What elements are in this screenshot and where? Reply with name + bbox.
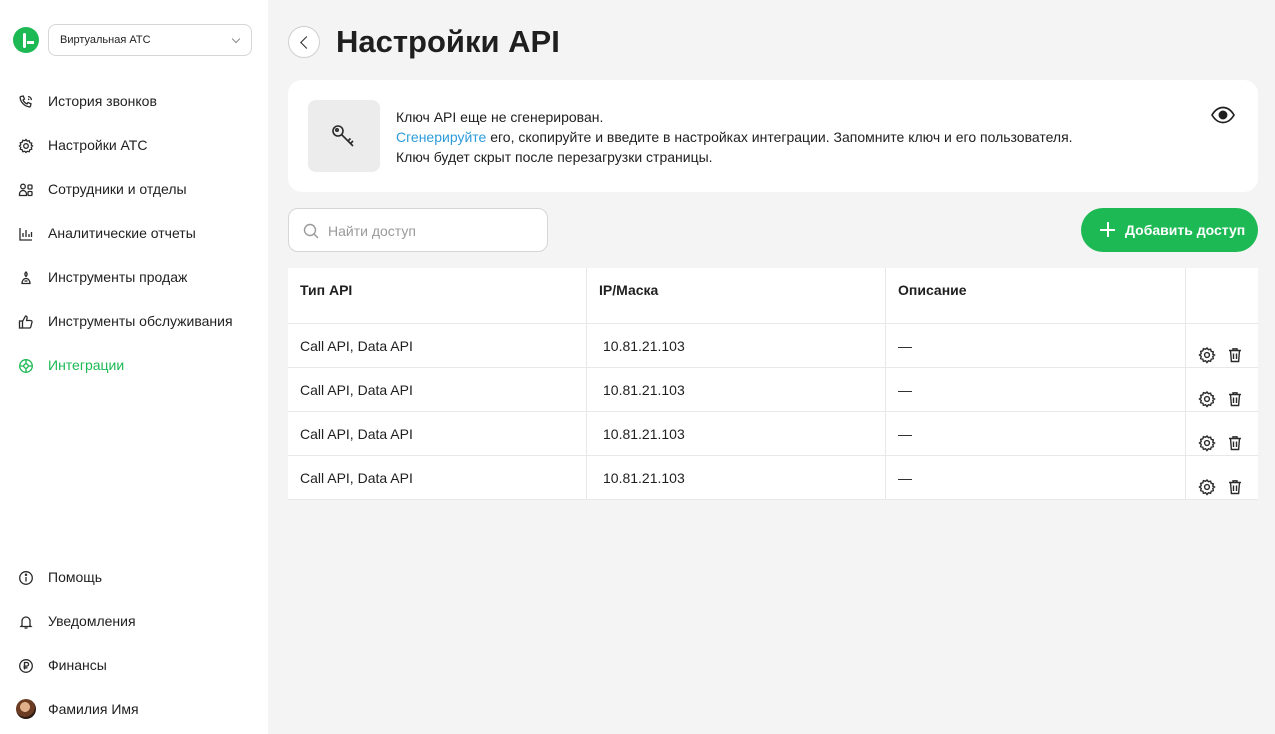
table-row[interactable]: Call API, Data API 10.81.21.103 — [288, 324, 1258, 368]
trash-icon[interactable] [1226, 469, 1244, 495]
api-key-info-text: Ключ API еще не сгенерирован. Сгенерируй… [396, 107, 1073, 167]
cell-type: Call API, Data API [288, 412, 587, 455]
settings-gear-icon[interactable] [1198, 469, 1216, 496]
logo[interactable] [13, 27, 39, 53]
nav-item-label: Сотрудники и отделы [48, 181, 187, 197]
cell-description: — [886, 456, 1186, 499]
trash-icon[interactable] [1226, 337, 1244, 363]
nav-item-finance[interactable]: Финансы [0, 653, 268, 677]
nav-item-call-history[interactable]: История звонков [0, 89, 268, 113]
gear-icon [17, 137, 35, 155]
nav-item-label: Аналитические отчеты [48, 225, 196, 241]
nav-item-label: Инструменты продаж [48, 269, 188, 285]
table-row[interactable]: Call API, Data API 10.81.21.103 — [288, 368, 1258, 412]
nav-item-label: Помощь [48, 569, 103, 585]
search-input[interactable] [328, 221, 528, 241]
search-field[interactable] [288, 208, 548, 252]
search-icon [302, 222, 320, 245]
chevron-down-icon [231, 34, 241, 44]
thumbs-up-icon [17, 313, 35, 331]
plus-icon [1100, 222, 1115, 237]
cell-type: Call API, Data API [288, 456, 587, 499]
settings-gear-icon[interactable] [1198, 337, 1216, 364]
trash-icon[interactable] [1226, 425, 1244, 451]
bar-chart-icon [17, 225, 35, 243]
generate-link[interactable]: Сгенерируйте [396, 129, 486, 145]
ats-select-value: Виртуальная АТС [60, 34, 151, 46]
cell-ip: 10.81.21.103 [587, 368, 886, 411]
cell-ip: 10.81.21.103 [587, 324, 886, 367]
ats-select[interactable]: Виртуальная АТС [48, 24, 252, 56]
cell-actions [1186, 412, 1258, 455]
back-button[interactable] [288, 26, 320, 58]
add-access-button[interactable]: Добавить доступ [1081, 208, 1258, 252]
settings-gear-icon[interactable] [1198, 425, 1216, 452]
cell-ip: 10.81.21.103 [587, 456, 886, 499]
table-row[interactable]: Call API, Data API 10.81.21.103 — [288, 412, 1258, 456]
page-title: Настройки API [336, 24, 560, 59]
info-line-3: Ключ будет скрыт после перезагрузки стра… [396, 149, 713, 165]
main-content: Настройки API Ключ API еще не сгенериров… [268, 0, 1275, 734]
nav-item-profile[interactable]: Фамилия Имя [0, 697, 268, 721]
add-access-label: Добавить доступ [1125, 222, 1246, 238]
nav-item-notifications[interactable]: Уведомления [0, 609, 268, 633]
bell-icon [17, 613, 35, 631]
nav-item-help[interactable]: Помощь [0, 565, 268, 589]
table-header: Тип API IP/Маска Описание [288, 268, 1258, 324]
info-icon [17, 569, 35, 587]
cell-description: — [886, 412, 1186, 455]
sidebar: Виртуальная АТС История звонков Настройк… [0, 0, 268, 734]
cell-ip: 10.81.21.103 [587, 412, 886, 455]
info-line-1: Ключ API еще не сгенерирован. [396, 109, 604, 125]
cell-actions [1186, 456, 1258, 499]
ruble-icon [17, 657, 35, 675]
integrations-icon [17, 357, 35, 375]
column-header-type: Тип API [288, 268, 587, 323]
info-line-2-rest: его, скопируйте и введите в настройках и… [486, 129, 1073, 145]
table-row[interactable]: Call API, Data API 10.81.21.103 — [288, 456, 1258, 500]
settings-gear-icon[interactable] [1198, 381, 1216, 408]
cell-description: — [886, 324, 1186, 367]
cell-type: Call API, Data API [288, 368, 587, 411]
nav-item-employees[interactable]: Сотрудники и отделы [0, 177, 268, 201]
access-table: Тип API IP/Маска Описание Call API, Data… [288, 268, 1258, 500]
user-name: Фамилия Имя [48, 701, 139, 717]
eye-icon[interactable] [1210, 104, 1236, 126]
people-icon [17, 181, 35, 199]
column-header-description: Описание [886, 268, 1186, 323]
nav-item-label: Инструменты обслуживания [48, 313, 233, 329]
avatar[interactable] [16, 699, 36, 719]
key-icon [308, 100, 380, 172]
nav-item-label: История звонков [48, 93, 157, 109]
trash-icon[interactable] [1226, 381, 1244, 407]
cell-actions [1186, 324, 1258, 367]
nav-item-label: Уведомления [48, 613, 136, 629]
nav-item-analytics[interactable]: Аналитические отчеты [0, 221, 268, 245]
nav-item-label: Настройки АТС [48, 137, 148, 153]
column-header-actions [1186, 268, 1258, 323]
nav-item-sales-tools[interactable]: Инструменты продаж [0, 265, 268, 289]
nav-item-label: Интеграции [48, 357, 125, 373]
phone-history-icon [17, 93, 35, 111]
nav-item-service-tools[interactable]: Инструменты обслуживания [0, 309, 268, 333]
cell-type: Call API, Data API [288, 324, 587, 367]
nav-item-integrations[interactable]: Интеграции [0, 353, 268, 377]
cell-actions [1186, 368, 1258, 411]
api-key-info-card: Ключ API еще не сгенерирован. Сгенерируй… [288, 80, 1258, 192]
cell-description: — [886, 368, 1186, 411]
column-header-ip: IP/Маска [587, 268, 886, 323]
nav-item-label: Финансы [48, 657, 107, 673]
info-line-2: Сгенерируйте его, скопируйте и введите в… [396, 127, 1073, 147]
sales-tools-icon [17, 269, 35, 287]
nav-item-ats-settings[interactable]: Настройки АТС [0, 133, 268, 157]
